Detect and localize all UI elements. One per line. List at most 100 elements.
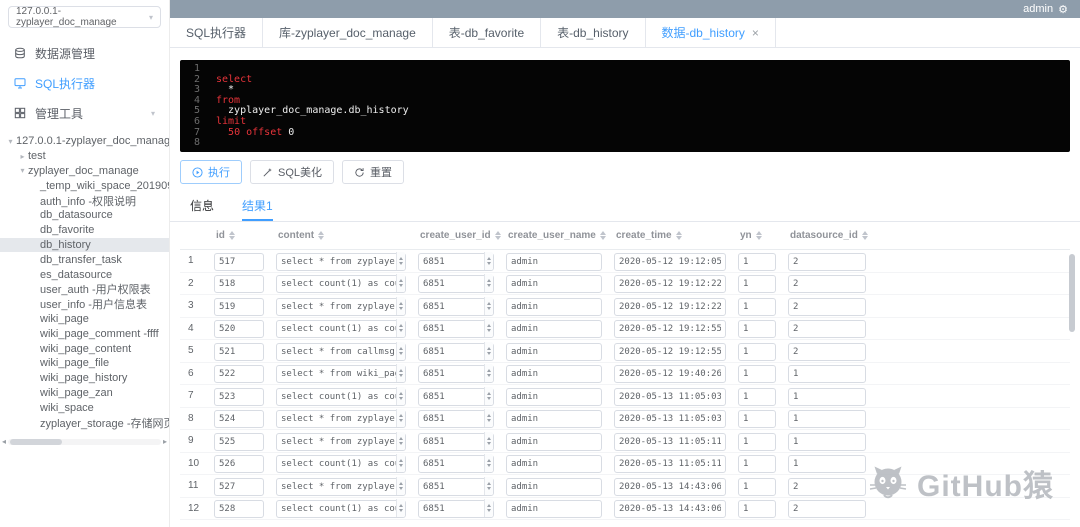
stepper-icon[interactable]	[396, 386, 405, 405]
cell-input-datasource_id[interactable]	[788, 387, 866, 406]
tree-item-127.0.0.1-zyplayer_doc_manage[interactable]: ▾ 127.0.0.1-zyplayer_doc_manage	[0, 134, 169, 149]
cell-input-create_user_name[interactable]	[506, 297, 602, 316]
cell-input-create_time[interactable]	[614, 252, 726, 271]
cell-input-create_user_id[interactable]	[418, 365, 494, 384]
stepper-icon[interactable]	[396, 476, 405, 495]
tree-item-wiki_page_file[interactable]: wiki_page_file	[0, 356, 169, 371]
cell-input-yn[interactable]	[738, 432, 776, 451]
cell-input-create_time[interactable]	[614, 275, 726, 294]
cell-input-create_time[interactable]	[614, 500, 726, 519]
result-tab-[interactable]: 信息	[190, 192, 214, 221]
stepper-icon[interactable]	[484, 274, 493, 293]
cell-input-content[interactable]	[276, 297, 406, 316]
execute-button[interactable]: 执行	[180, 160, 242, 184]
stepper-icon[interactable]	[396, 296, 405, 315]
cell-input-create_user_name[interactable]	[506, 365, 602, 384]
tree-item-_temp_wiki_space_20190928[interactable]: _temp_wiki_space_20190928	[0, 178, 169, 193]
scrollbar-thumb[interactable]	[10, 439, 63, 445]
sort-icon[interactable]	[494, 231, 501, 240]
sidebar-item-manage-tools[interactable]: 管理工具 ▾	[0, 98, 169, 128]
col-header-yn[interactable]: yn	[738, 230, 788, 241]
cell-input-content[interactable]	[276, 252, 406, 271]
tab-db_favorite[interactable]: 表-db_favorite	[432, 18, 542, 47]
stepper-icon[interactable]	[484, 341, 493, 360]
cell-input-create_time[interactable]	[614, 342, 726, 361]
cell-input-create_user_name[interactable]	[506, 410, 602, 429]
gear-icon[interactable]: ⚙	[1058, 3, 1068, 16]
cell-input-datasource_id[interactable]	[788, 500, 866, 519]
cell-input-yn[interactable]	[738, 252, 776, 271]
sort-icon[interactable]	[228, 231, 235, 240]
table-vertical-scrollbar[interactable]	[1069, 254, 1075, 332]
cell-input-create_time[interactable]	[614, 432, 726, 451]
cell-input-create_time[interactable]	[614, 297, 726, 316]
cell-input-create_time[interactable]	[614, 320, 726, 339]
stepper-icon[interactable]	[484, 476, 493, 495]
cell-input-yn[interactable]	[738, 455, 776, 474]
tab-db_history[interactable]: 表-db_history	[541, 18, 646, 47]
cell-input-create_user_id[interactable]	[418, 275, 494, 294]
cell-input-create_user_id[interactable]	[418, 500, 494, 519]
tree-item-zyplayer_doc_manage[interactable]: ▾ zyplayer_doc_manage	[0, 164, 169, 179]
tree-item-db_favorite[interactable]: db_favorite	[0, 223, 169, 238]
tree-item-db_history[interactable]: db_history	[0, 237, 169, 253]
cell-input-create_user_name[interactable]	[506, 342, 602, 361]
cell-input-create_user_id[interactable]	[418, 297, 494, 316]
col-header-id[interactable]: id	[214, 230, 276, 241]
cell-input-yn[interactable]	[738, 365, 776, 384]
cell-input-datasource_id[interactable]	[788, 365, 866, 384]
cell-input-create_user_name[interactable]	[506, 455, 602, 474]
tree-item-wiki_space[interactable]: wiki_space	[0, 400, 169, 415]
col-header-create_time[interactable]: create_time	[614, 230, 738, 241]
cell-input-id[interactable]	[214, 342, 264, 361]
cell-input-yn[interactable]	[738, 342, 776, 361]
close-icon[interactable]: ×	[752, 26, 759, 40]
cell-input-datasource_id[interactable]	[788, 320, 866, 339]
sort-icon[interactable]	[318, 231, 325, 240]
stepper-icon[interactable]	[396, 499, 405, 518]
sort-icon[interactable]	[675, 231, 682, 240]
cell-input-create_user_id[interactable]	[418, 477, 494, 496]
cell-input-content[interactable]	[276, 455, 406, 474]
cell-input-id[interactable]	[214, 252, 264, 271]
cell-input-create_user_name[interactable]	[506, 252, 602, 271]
editor-code[interactable]: select * from zyplayer_doc_manage.db_hist…	[206, 60, 1070, 152]
cell-input-id[interactable]	[214, 275, 264, 294]
cell-input-id[interactable]	[214, 387, 264, 406]
caret-right-icon[interactable]: ▸	[17, 152, 28, 161]
cell-input-datasource_id[interactable]	[788, 342, 866, 361]
cell-input-datasource_id[interactable]	[788, 297, 866, 316]
stepper-icon[interactable]	[484, 364, 493, 383]
tree-item-wiki_page[interactable]: wiki_page	[0, 312, 169, 327]
cell-input-create_time[interactable]	[614, 410, 726, 429]
stepper-icon[interactable]	[484, 499, 493, 518]
cell-input-id[interactable]	[214, 320, 264, 339]
cell-input-datasource_id[interactable]	[788, 455, 866, 474]
stepper-icon[interactable]	[396, 454, 405, 473]
cell-input-yn[interactable]	[738, 387, 776, 406]
sidebar-item-sql-executor[interactable]: SQL执行器	[0, 68, 169, 98]
stepper-icon[interactable]	[396, 364, 405, 383]
cell-input-create_user_id[interactable]	[418, 432, 494, 451]
cell-input-content[interactable]	[276, 410, 406, 429]
sort-icon[interactable]	[861, 231, 868, 240]
stepper-icon[interactable]	[484, 386, 493, 405]
cell-input-create_time[interactable]	[614, 365, 726, 384]
topbar-user-area[interactable]: admin ⚙	[1023, 0, 1068, 18]
stepper-icon[interactable]	[396, 341, 405, 360]
tree-item-user_info[interactable]: user_info -用户信息表	[0, 297, 169, 312]
scrollbar-track[interactable]	[8, 439, 161, 445]
cell-input-id[interactable]	[214, 410, 264, 429]
stepper-icon[interactable]	[484, 454, 493, 473]
cell-input-create_user_name[interactable]	[506, 477, 602, 496]
cell-input-content[interactable]	[276, 432, 406, 451]
cell-input-create_user_id[interactable]	[418, 320, 494, 339]
cell-input-create_user_name[interactable]	[506, 387, 602, 406]
tree-item-db_transfer_task[interactable]: db_transfer_task	[0, 252, 169, 267]
cell-input-id[interactable]	[214, 455, 264, 474]
sql-beautify-button[interactable]: SQL美化	[250, 160, 335, 184]
scroll-left-icon[interactable]: ◂	[2, 437, 6, 447]
cell-input-content[interactable]	[276, 500, 406, 519]
cell-input-create_user_id[interactable]	[418, 410, 494, 429]
caret-down-icon[interactable]: ▾	[17, 166, 28, 175]
